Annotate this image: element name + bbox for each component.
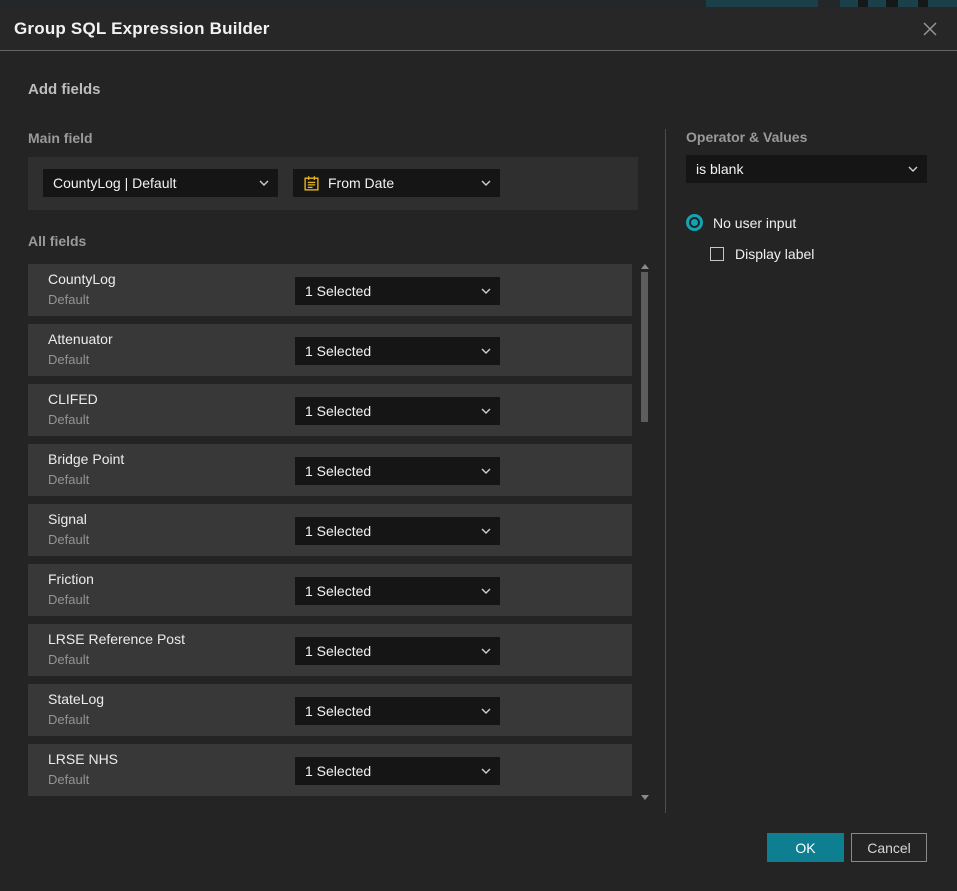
main-field-layer-select[interactable]: CountyLog | Default [43, 169, 278, 197]
operator-select-value: is blank [696, 161, 743, 177]
chevron-down-icon [481, 180, 491, 186]
field-selected-dropdown[interactable]: 1 Selected [295, 637, 500, 665]
field-subtitle: Default [48, 412, 89, 427]
field-row: Bridge Point Default 1 Selected [28, 444, 632, 496]
field-row: Friction Default 1 Selected [28, 564, 632, 616]
field-selected-value: 1 Selected [305, 643, 371, 659]
field-subtitle: Default [48, 712, 89, 727]
vertical-divider [665, 129, 666, 813]
no-user-input-radio[interactable]: No user input [686, 214, 796, 231]
main-field-label: Main field [28, 130, 93, 146]
field-name: CLIFED [48, 391, 98, 407]
close-icon [921, 20, 939, 38]
field-name: CountyLog [48, 271, 116, 287]
display-label-label: Display label [735, 246, 814, 262]
field-row: Signal Default 1 Selected [28, 504, 632, 556]
field-name: LRSE NHS [48, 751, 118, 767]
display-label-checkbox[interactable]: Display label [710, 246, 814, 262]
field-row: CountyLog Default 1 Selected [28, 264, 632, 316]
chevron-down-icon [481, 288, 491, 294]
field-name: Bridge Point [48, 451, 124, 467]
screen: Group SQL Expression Builder Add fields … [0, 0, 957, 891]
field-row: Attenuator Default 1 Selected [28, 324, 632, 376]
dialog-content: Add fields Main field CountyLog | Defaul… [0, 51, 957, 890]
field-selected-dropdown[interactable]: 1 Selected [295, 337, 500, 365]
chevron-down-icon [481, 768, 491, 774]
main-field-panel: CountyLog | Default From Date [28, 157, 638, 210]
field-selected-dropdown[interactable]: 1 Selected [295, 397, 500, 425]
chevron-down-icon [259, 180, 269, 186]
chevron-down-icon [481, 408, 491, 414]
field-selected-dropdown[interactable]: 1 Selected [295, 577, 500, 605]
main-field-layer-select-value: CountyLog | Default [53, 175, 177, 191]
dialog-title: Group SQL Expression Builder [14, 19, 270, 39]
field-selected-value: 1 Selected [305, 523, 371, 539]
all-fields-list: CountyLog Default 1 Selected Attenuator … [28, 264, 632, 804]
field-selected-dropdown[interactable]: 1 Selected [295, 757, 500, 785]
group-sql-expression-builder-dialog: Group SQL Expression Builder Add fields … [0, 7, 957, 891]
background-app-strip [0, 0, 957, 7]
add-fields-heading: Add fields [28, 81, 101, 98]
chevron-down-icon [481, 348, 491, 354]
field-selected-dropdown[interactable]: 1 Selected [295, 697, 500, 725]
main-field-field-select-value: From Date [328, 175, 394, 191]
no-user-input-label: No user input [713, 215, 796, 231]
background-app-fragment [840, 0, 957, 7]
field-subtitle: Default [48, 472, 89, 487]
field-name: Attenuator [48, 331, 113, 347]
main-field-field-select[interactable]: From Date [293, 169, 500, 197]
scrollbar-thumb[interactable] [641, 272, 648, 422]
field-selected-dropdown[interactable]: 1 Selected [295, 277, 500, 305]
field-subtitle: Default [48, 652, 89, 667]
field-name: LRSE Reference Post [48, 631, 185, 647]
field-selected-dropdown[interactable]: 1 Selected [295, 517, 500, 545]
field-selected-dropdown[interactable]: 1 Selected [295, 457, 500, 485]
chevron-down-icon [481, 588, 491, 594]
scrollbar-up-arrow-icon[interactable] [641, 264, 649, 269]
all-fields-label: All fields [28, 233, 86, 249]
field-subtitle: Default [48, 292, 89, 307]
field-subtitle: Default [48, 772, 89, 787]
operator-select[interactable]: is blank [686, 155, 927, 183]
cancel-button[interactable]: Cancel [851, 833, 927, 862]
checkbox-unchecked-icon [710, 247, 724, 261]
field-name: Signal [48, 511, 87, 527]
field-subtitle: Default [48, 532, 89, 547]
field-row: LRSE NHS Default 1 Selected [28, 744, 632, 796]
field-selected-value: 1 Selected [305, 763, 371, 779]
chevron-down-icon [481, 648, 491, 654]
chevron-down-icon [481, 528, 491, 534]
field-selected-value: 1 Selected [305, 703, 371, 719]
operator-values-label: Operator & Values [686, 129, 807, 145]
field-row: StateLog Default 1 Selected [28, 684, 632, 736]
chevron-down-icon [481, 468, 491, 474]
field-name: Friction [48, 571, 94, 587]
field-row: CLIFED Default 1 Selected [28, 384, 632, 436]
chevron-down-icon [908, 166, 918, 172]
field-subtitle: Default [48, 352, 89, 367]
chevron-down-icon [481, 708, 491, 714]
fields-list-scrollbar[interactable] [638, 262, 651, 802]
ok-button[interactable]: OK [767, 833, 844, 862]
field-selected-value: 1 Selected [305, 463, 371, 479]
field-name: StateLog [48, 691, 104, 707]
calendar-icon [303, 175, 320, 192]
field-selected-value: 1 Selected [305, 583, 371, 599]
dialog-header: Group SQL Expression Builder [0, 7, 957, 51]
scrollbar-down-arrow-icon[interactable] [641, 795, 649, 800]
close-button[interactable] [917, 16, 943, 42]
field-selected-value: 1 Selected [305, 343, 371, 359]
field-selected-value: 1 Selected [305, 403, 371, 419]
background-app-fragment [706, 0, 818, 7]
field-subtitle: Default [48, 592, 89, 607]
field-selected-value: 1 Selected [305, 283, 371, 299]
field-row: LRSE Reference Post Default 1 Selected [28, 624, 632, 676]
radio-selected-icon [686, 214, 703, 231]
